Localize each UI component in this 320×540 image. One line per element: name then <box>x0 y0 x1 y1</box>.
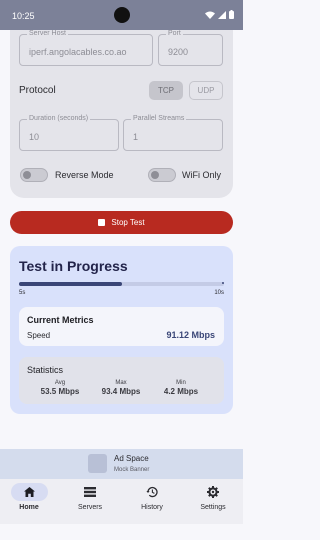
nav-label: Settings <box>200 504 226 511</box>
server-host-value: iperf.angolacables.co.ao <box>29 47 127 57</box>
port-value: 9200 <box>168 47 189 57</box>
nav-label: Servers <box>77 504 103 511</box>
server-host-label: Server Host <box>27 30 68 38</box>
history-icon <box>146 486 158 498</box>
statistics-box: Statistics Avg 53.5 Mbps Max 93.4 Mbps M… <box>19 357 224 404</box>
protocol-udp-button[interactable]: UDP <box>189 81 223 100</box>
status-icons <box>205 10 234 19</box>
progress-total: 10s <box>214 290 224 296</box>
stat-min: Min 4.2 Mbps <box>156 380 206 396</box>
protocol-label: Protocol <box>19 85 56 96</box>
camera-cutout <box>114 7 130 23</box>
nav-pill <box>195 483 232 501</box>
progress-card: Test in Progress 5s 10s Current Metrics … <box>10 246 233 414</box>
bottom-nav: Home Servers History Settings <box>0 479 243 524</box>
port-label: Port <box>166 30 183 38</box>
stop-test-label: Stop Test <box>111 218 145 227</box>
nav-settings[interactable]: Settings <box>188 483 238 521</box>
toggle-knob <box>23 171 31 179</box>
signal-icon <box>218 10 226 19</box>
wifi-only-toggle[interactable] <box>148 168 176 182</box>
protocol-tcp-button[interactable]: TCP <box>149 81 183 100</box>
duration-value: 10 <box>29 132 40 142</box>
duration-label: Duration (seconds) <box>27 115 91 123</box>
speed-value: 91.12 Mbps <box>166 330 215 340</box>
progress-bar-fill <box>19 282 122 286</box>
stat-label: Max <box>115 380 127 386</box>
speed-label: Speed <box>27 331 51 340</box>
reverse-mode-toggle[interactable] <box>20 168 48 182</box>
wifi-icon <box>205 11 215 19</box>
reverse-mode-label: Reverse Mode <box>55 170 114 180</box>
progress-bar <box>19 282 224 286</box>
battery-icon <box>229 10 234 19</box>
stop-icon <box>98 219 106 226</box>
server-host-field[interactable]: Server Host iperf.angolacables.co.ao <box>19 30 153 66</box>
stat-avg: Avg 53.5 Mbps <box>35 380 85 396</box>
current-metrics-box: Current Metrics Speed 91.12 Mbps <box>19 307 224 346</box>
nav-pill <box>134 483 171 501</box>
duration-field[interactable]: Duration (seconds) 10 <box>19 115 119 151</box>
parallel-streams-value: 1 <box>133 132 139 142</box>
stop-test-button[interactable]: Stop Test <box>10 211 233 234</box>
system-nav-area <box>0 524 243 540</box>
wifi-only-label: WiFi Only <box>182 170 221 180</box>
nav-pill <box>10 483 48 501</box>
config-card: Server Host iperf.angolacables.co.ao Por… <box>10 30 233 198</box>
parallel-streams-label: Parallel Streams <box>131 115 187 123</box>
port-field[interactable]: Port 9200 <box>158 30 223 66</box>
current-metrics-title: Current Metrics <box>27 315 94 325</box>
stat-max: Max 93.4 Mbps <box>96 380 146 396</box>
nav-home[interactable]: Home <box>4 483 54 521</box>
ad-image-placeholder <box>88 454 107 473</box>
toggle-knob <box>151 171 159 179</box>
status-bar: 10:25 <box>0 0 243 30</box>
stat-label: Avg <box>54 380 66 386</box>
ad-banner[interactable]: Ad Space Mock Banner <box>0 449 243 479</box>
home-icon <box>23 487 35 497</box>
gear-icon <box>207 486 219 498</box>
progress-elapsed: 5s <box>19 290 26 296</box>
stat-label: Min <box>176 380 186 386</box>
progress-end-dot <box>222 282 224 284</box>
nav-servers[interactable]: Servers <box>65 483 115 521</box>
nav-label: History <box>141 504 163 511</box>
statistics-title: Statistics <box>27 365 64 375</box>
ad-subtitle: Mock Banner <box>114 467 150 473</box>
parallel-streams-field[interactable]: Parallel Streams 1 <box>123 115 223 151</box>
status-time: 10:25 <box>12 11 35 21</box>
progress-title: Test in Progress <box>19 258 128 274</box>
ad-title: Ad Space <box>114 454 149 463</box>
stat-value: 4.2 Mbps <box>163 387 199 396</box>
nav-label: Home <box>19 504 39 511</box>
servers-icon <box>84 487 96 497</box>
stat-value: 53.5 Mbps <box>40 387 80 396</box>
stat-value: 93.4 Mbps <box>101 387 141 396</box>
nav-pill <box>72 483 109 501</box>
nav-history[interactable]: History <box>127 483 177 521</box>
